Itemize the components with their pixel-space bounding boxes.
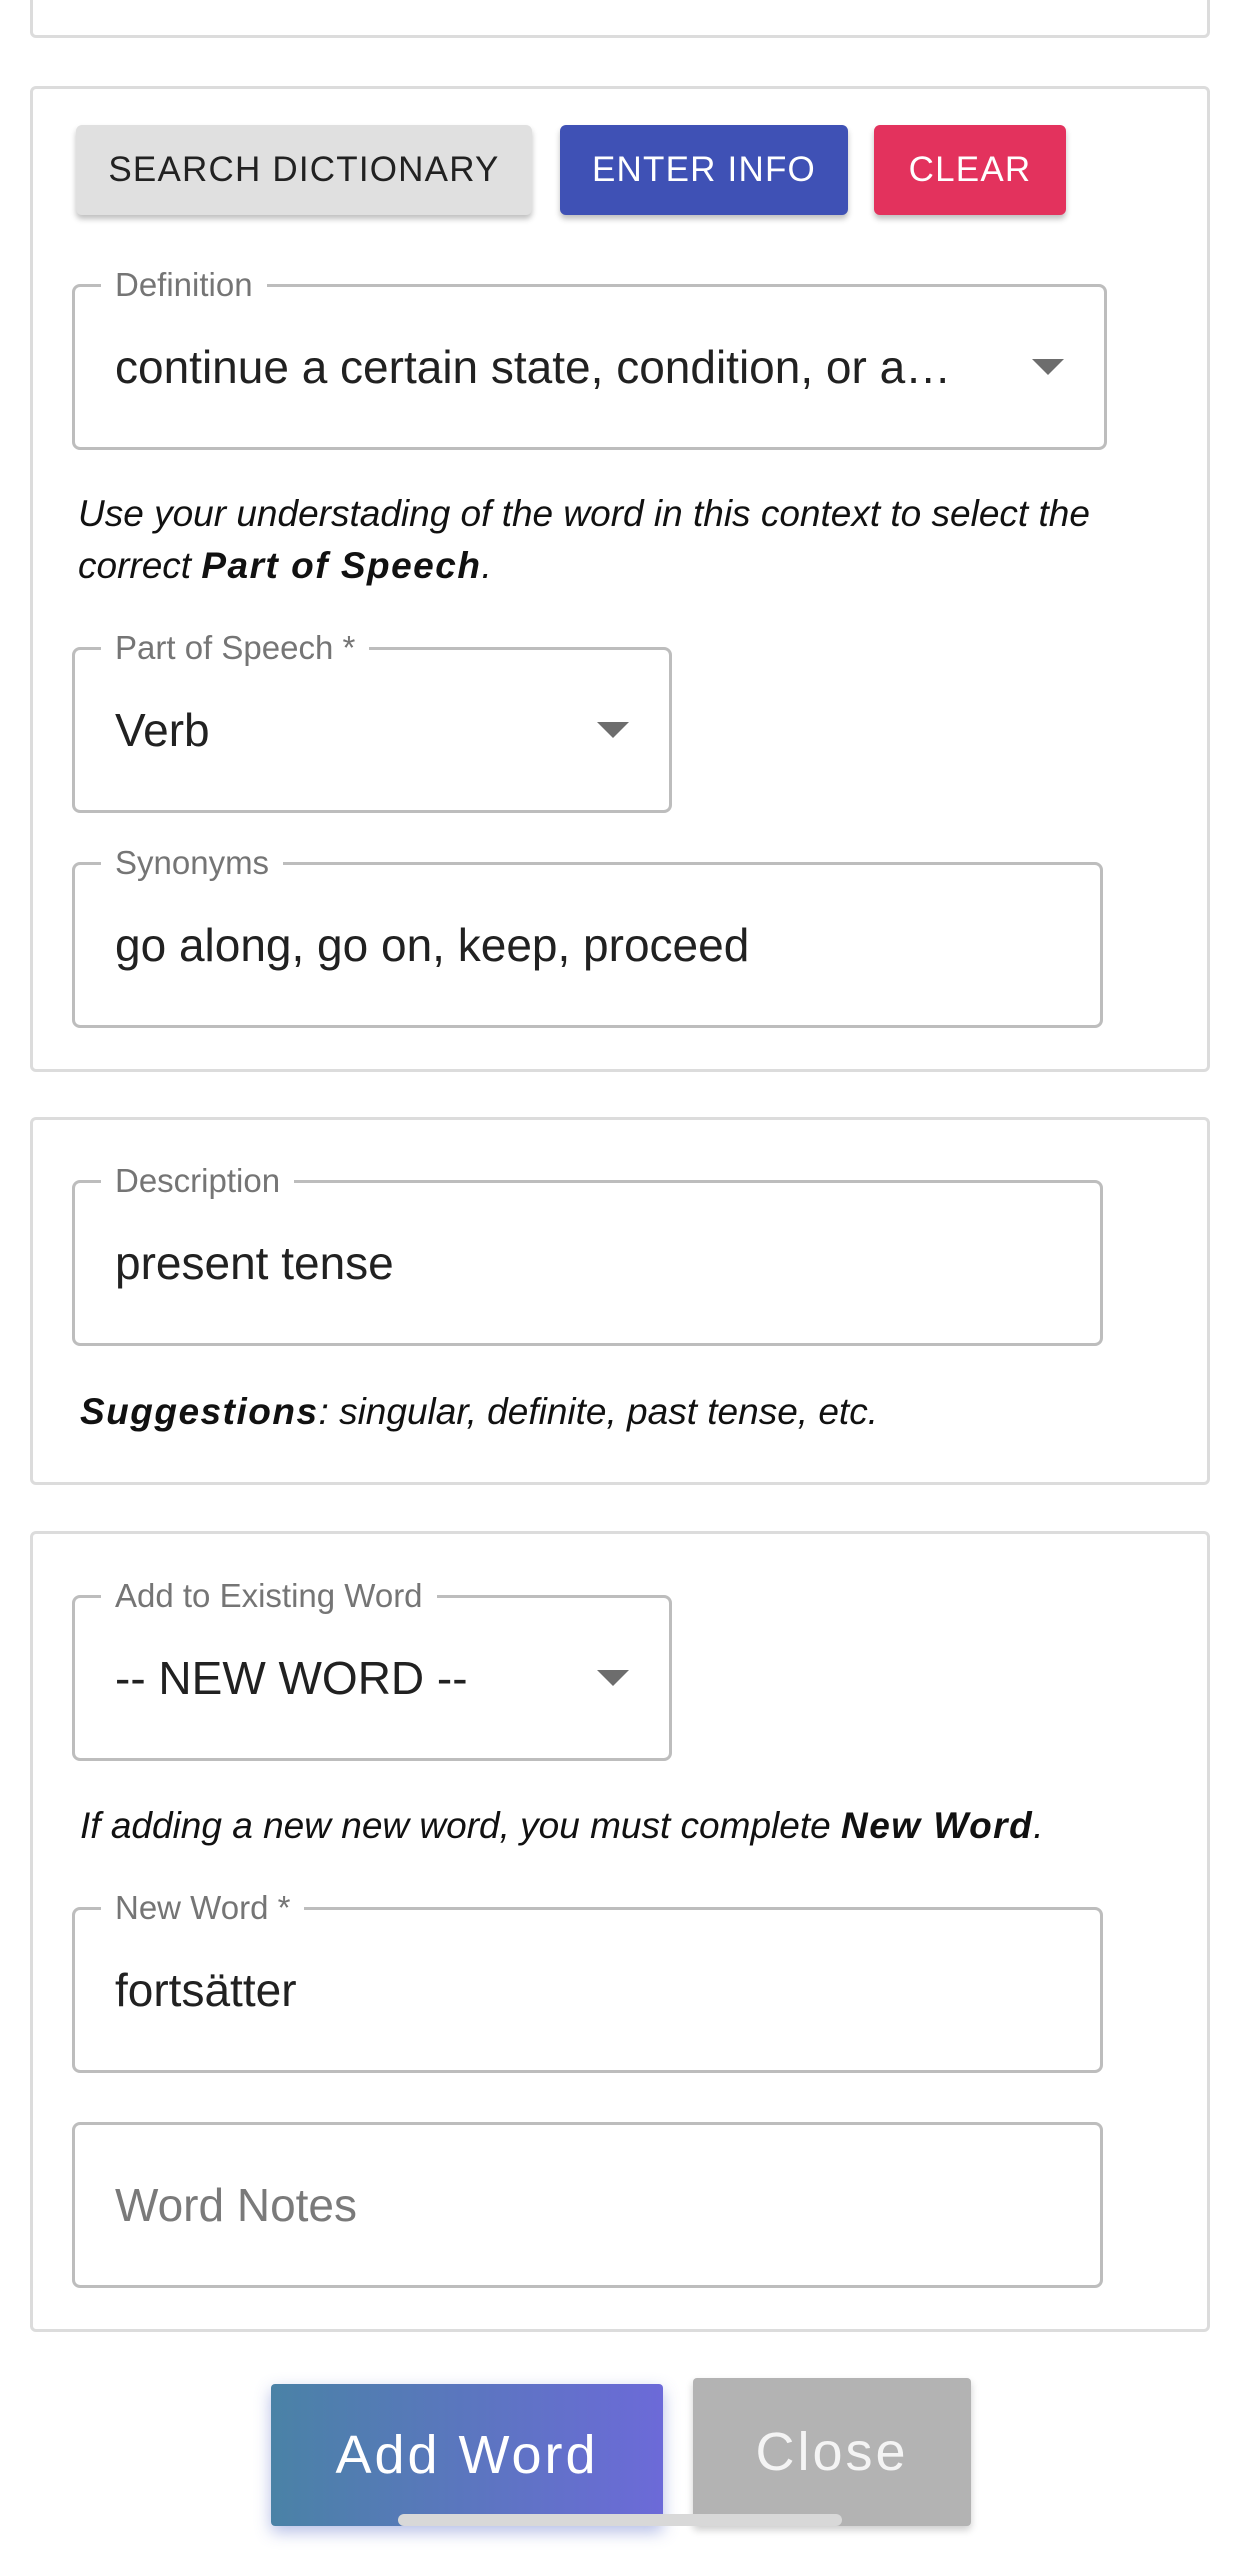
close-button[interactable]: Close xyxy=(693,2378,971,2526)
pos-hint-emphasis: Part of Speech xyxy=(201,545,482,586)
definition-value: continue a certain state, condition, or … xyxy=(115,341,952,393)
part-of-speech-hint: Use your understading of the word in thi… xyxy=(78,488,1178,592)
definition-select[interactable]: Definition continue a certain state, con… xyxy=(72,265,1107,450)
new-word-field[interactable]: New Word * fortsätter xyxy=(72,1888,1103,2073)
search-dictionary-button[interactable]: SEARCH DICTIONARY xyxy=(76,125,532,215)
new-word-value: fortsätter xyxy=(115,1964,297,2016)
existing-word-select[interactable]: Add to Existing Word -- NEW WORD -- xyxy=(72,1576,672,1761)
pos-hint-end: . xyxy=(481,545,492,586)
description-field[interactable]: Description present tense xyxy=(72,1161,1103,1346)
chevron-down-icon xyxy=(597,1670,629,1686)
suggestions-hint: Suggestions: singular, definite, past te… xyxy=(80,1386,1180,1438)
new-word-hint: If adding a new new word, you must compl… xyxy=(80,1800,1180,1852)
new-word-hint-emphasis: New Word xyxy=(840,1805,1034,1846)
synonyms-field[interactable]: Synonyms go along, go on, keep, proceed xyxy=(72,843,1103,1028)
description-value: present tense xyxy=(115,1237,394,1289)
synonyms-value: go along, go on, keep, proceed xyxy=(115,919,750,971)
enter-info-button[interactable]: ENTER INFO xyxy=(560,125,848,215)
part-of-speech-value: Verb xyxy=(115,704,210,756)
add-word-button[interactable]: Add Word xyxy=(271,2384,663,2526)
suggestions-label: Suggestions xyxy=(80,1391,319,1432)
suggestions-text: : singular, definite, past tense, etc. xyxy=(318,1391,878,1432)
part-of-speech-select[interactable]: Part of Speech * Verb xyxy=(72,628,672,813)
home-indicator xyxy=(398,2514,842,2526)
clear-button[interactable]: CLEAR xyxy=(874,125,1066,215)
previous-panel xyxy=(30,0,1210,38)
chevron-down-icon xyxy=(597,722,629,738)
word-notes-placeholder: Word Notes xyxy=(115,2179,358,2231)
word-notes-field[interactable]: Word Notes xyxy=(72,2122,1103,2288)
existing-word-value: -- NEW WORD -- xyxy=(115,1652,468,1704)
chevron-down-icon xyxy=(1032,359,1064,375)
new-word-hint-end: . xyxy=(1033,1805,1044,1846)
new-word-hint-text: If adding a new new word, you must compl… xyxy=(80,1805,841,1846)
